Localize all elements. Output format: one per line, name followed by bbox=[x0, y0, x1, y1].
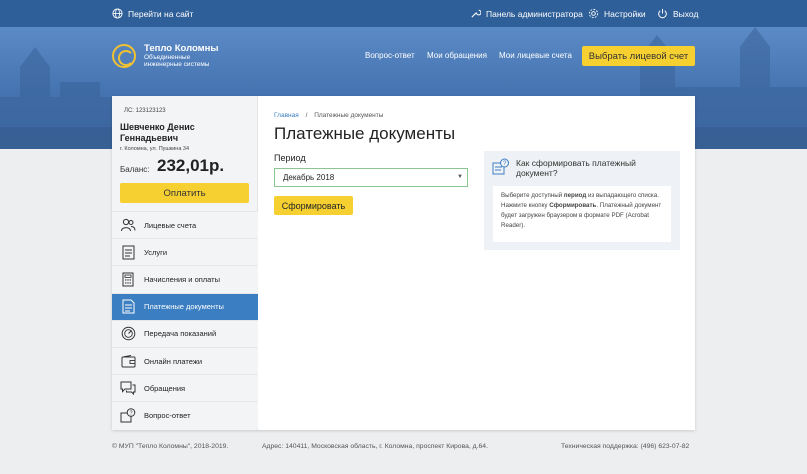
balance-value: 232,01р. bbox=[157, 156, 225, 175]
nav-my-accounts[interactable]: Мои лицевые счета bbox=[499, 51, 572, 60]
generate-button[interactable]: Сформировать bbox=[274, 196, 353, 215]
sidebar-item-label: Платежные документы bbox=[144, 302, 224, 312]
account-address: г. Коломна, ул. Пушкина 34 bbox=[120, 146, 190, 152]
footer-support: Техническая поддержка: (496) 623-07-82 bbox=[561, 443, 690, 450]
sidebar-item-label: Передача показаний bbox=[144, 329, 217, 339]
sidebar-item-accounts[interactable]: Лицевые счета bbox=[112, 211, 258, 239]
admin-panel-link[interactable]: Панель администратора bbox=[470, 0, 583, 27]
meter-icon bbox=[112, 326, 144, 341]
invoice-icon bbox=[112, 299, 144, 314]
logo-icon bbox=[112, 43, 136, 68]
sidebar-item-online-payments[interactable]: Онлайн платежи bbox=[112, 346, 258, 375]
settings-label: Настройки bbox=[604, 8, 646, 19]
account-holder-name: Шевченко Денис Геннадьевич bbox=[120, 122, 195, 143]
invoice-question-icon: ? bbox=[492, 158, 510, 181]
help-title: Как сформировать платежный документ? bbox=[516, 158, 636, 178]
calculator-icon bbox=[112, 272, 144, 287]
sidebar-item-charges[interactable]: Начисления и оплаты bbox=[112, 265, 258, 293]
page-title: Платежные документы bbox=[274, 124, 456, 143]
sidebar-item-payment-documents[interactable]: Платежные документы bbox=[112, 292, 258, 320]
help-box: ? Как сформировать платежный документ? В… bbox=[484, 151, 680, 250]
logo-title: Тепло Коломны bbox=[144, 43, 219, 54]
account-number: ЛС: 123123123 bbox=[124, 108, 166, 114]
document-icon bbox=[112, 245, 144, 260]
footer-address: Адрес: 140411, Московская область, г. Ко… bbox=[262, 443, 488, 450]
goto-site-link[interactable]: Перейти на сайт bbox=[112, 0, 193, 27]
logo[interactable]: Тепло Коломны Объединенные инженерные си… bbox=[112, 43, 219, 68]
sidebar-item-label: Начисления и оплаты bbox=[144, 274, 221, 284]
sidebar-item-requests[interactable]: Обращения bbox=[112, 374, 258, 402]
globe-icon bbox=[112, 8, 123, 19]
sidebar-item-label: Обращения bbox=[144, 383, 186, 393]
logout-label: Выход bbox=[673, 8, 699, 19]
goto-site-label: Перейти на сайт bbox=[128, 8, 194, 19]
sidebar-menu: Лицевые счета Услуги Начисления и оплаты… bbox=[112, 211, 258, 429]
sidebar-item-label: Услуги bbox=[144, 247, 168, 257]
wrench-icon bbox=[471, 9, 481, 18]
pay-button[interactable]: Оплатить bbox=[120, 183, 249, 203]
power-icon bbox=[658, 8, 667, 19]
sidebar-item-services[interactable]: Услуги bbox=[112, 238, 258, 266]
nav-my-requests[interactable]: Мои обращения bbox=[427, 51, 487, 60]
users-icon bbox=[112, 218, 144, 232]
content-card: ЛС: 123123123 Шевченко Денис Геннадьевич… bbox=[112, 96, 695, 430]
period-select-value: Декабрь 2018 bbox=[283, 173, 335, 182]
balance-label: Баланс: bbox=[120, 165, 150, 174]
sidebar-item-faq[interactable]: ? Вопрос-ответ bbox=[112, 401, 258, 429]
main-content: Главная / Платежные документы Платежные … bbox=[258, 96, 695, 430]
logout-link[interactable]: Выход bbox=[657, 0, 698, 27]
choose-account-button[interactable]: Выбрать лицевой счет bbox=[582, 46, 695, 66]
period-label: Период bbox=[274, 153, 306, 163]
breadcrumb-current: Платежные документы bbox=[314, 112, 384, 119]
top-bar: Перейти на сайт Панель администратора На… bbox=[0, 0, 807, 27]
logo-subtitle-1: Объединенные bbox=[144, 54, 191, 61]
breadcrumb: Главная / Платежные документы bbox=[274, 112, 383, 119]
settings-link[interactable]: Настройки bbox=[588, 0, 646, 27]
footer-copyright: © МУП "Тепло Коломны", 2018-2019. bbox=[112, 443, 229, 450]
gear-icon bbox=[588, 8, 599, 19]
logo-subtitle-2: инженерные системы bbox=[144, 61, 210, 68]
admin-panel-label: Панель администратора bbox=[486, 8, 583, 19]
help-text: Выберите доступный период из выпадающего… bbox=[493, 186, 671, 242]
breadcrumb-separator: / bbox=[305, 112, 308, 119]
sidebar-item-label: Лицевые счета bbox=[144, 220, 197, 230]
faq-icon: ? bbox=[112, 408, 144, 423]
svg-text:?: ? bbox=[130, 411, 133, 417]
dropdown-arrow-icon: ▼ bbox=[457, 174, 463, 180]
nav-faq[interactable]: Вопрос-ответ bbox=[365, 51, 415, 60]
wallet-icon bbox=[112, 354, 144, 368]
sidebar-item-meter-readings[interactable]: Передача показаний bbox=[112, 319, 258, 347]
period-select[interactable]: Декабрь 2018 ▼ bbox=[274, 168, 468, 187]
sidebar: ЛС: 123123123 Шевченко Денис Геннадьевич… bbox=[112, 96, 258, 430]
sidebar-item-label: Вопрос-ответ bbox=[144, 410, 191, 420]
breadcrumb-home-link[interactable]: Главная bbox=[274, 112, 299, 119]
sidebar-item-label: Онлайн платежи bbox=[144, 356, 203, 366]
chat-icon bbox=[112, 381, 144, 396]
